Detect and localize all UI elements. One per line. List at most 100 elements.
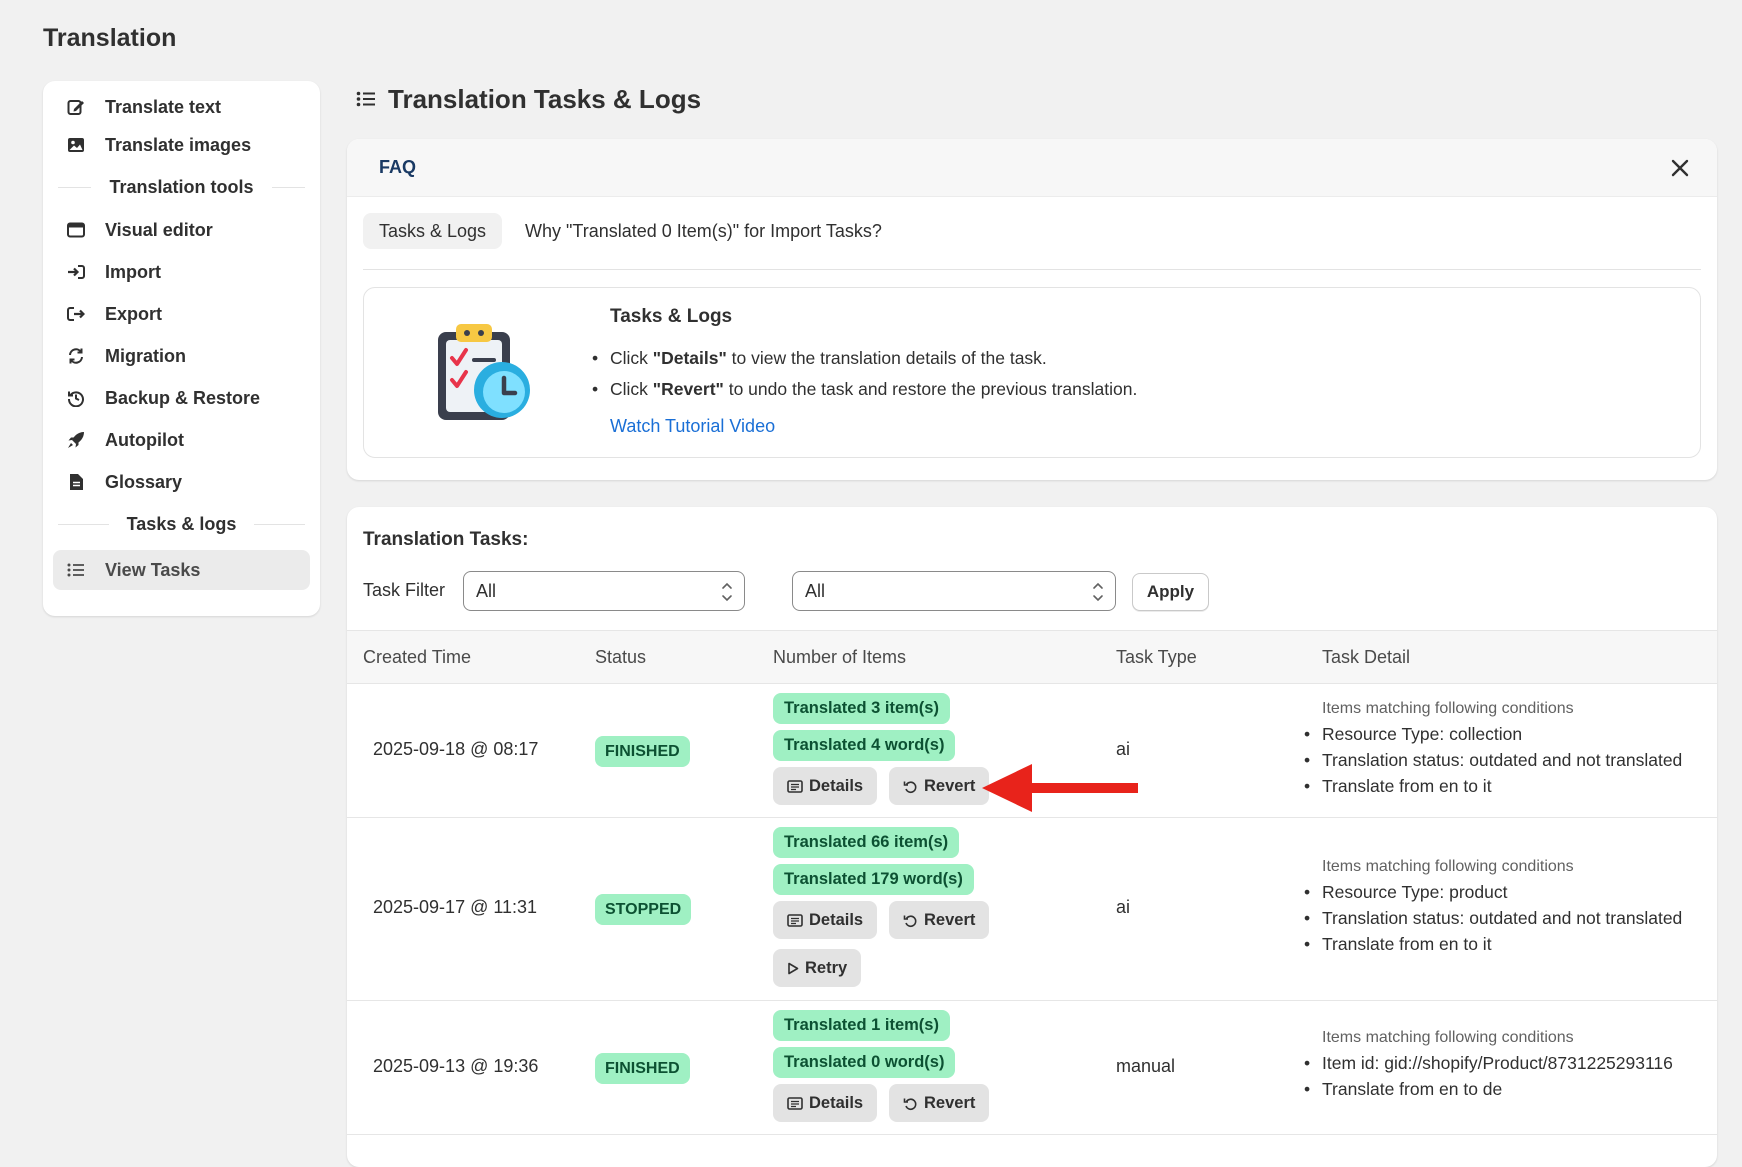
- close-icon[interactable]: [1667, 155, 1693, 181]
- items-badge: Translated 1 item(s): [773, 1010, 950, 1041]
- sidebar-item-autopilot[interactable]: Autopilot: [53, 420, 310, 460]
- words-badge: Translated 179 word(s): [773, 864, 974, 895]
- task-filter-select-1[interactable]: All: [463, 571, 745, 611]
- faq-content: Tasks & Logs Click "Details" to view the…: [363, 287, 1701, 458]
- items-badge: Translated 66 item(s): [773, 827, 960, 858]
- list-icon: [65, 559, 87, 581]
- sidebar-item-label: Visual editor: [105, 219, 213, 240]
- list-item: Click "Revert" to undo the task and rest…: [592, 377, 1137, 408]
- tasks-card: Translation Tasks: Task Filter All All A…: [347, 507, 1717, 1167]
- task-detail: Items matching following conditions Reso…: [1304, 856, 1682, 958]
- list-item: Translate from en to it: [1304, 774, 1682, 800]
- sidebar-item-translate-images[interactable]: Translate images: [53, 125, 310, 165]
- details-button[interactable]: Details: [773, 1084, 878, 1122]
- details-icon: [787, 913, 803, 927]
- list-item: Click "Details" to view the translation …: [592, 346, 1137, 377]
- task-type: manual: [1116, 1056, 1176, 1076]
- retry-button[interactable]: Retry: [773, 949, 862, 987]
- faq-tab-translated-zero[interactable]: Why "Translated 0 Item(s)" for Import Ta…: [509, 213, 898, 249]
- sidebar-item-label: Import: [105, 261, 161, 282]
- sidebar-item-label: Glossary: [105, 471, 183, 492]
- list-item: Resource Type: collection: [1304, 722, 1682, 748]
- items-badge: Translated 3 item(s): [773, 693, 950, 724]
- faq-header: FAQ: [347, 139, 1717, 197]
- column-header: Task Type: [1116, 647, 1197, 667]
- task-detail: Items matching following conditions Item…: [1304, 1027, 1673, 1103]
- faq-content-title: Tasks & Logs: [610, 306, 733, 327]
- list-item: Translate from en to it: [1304, 932, 1682, 958]
- refresh-icon: [65, 345, 87, 367]
- list-item: Resource Type: product: [1304, 880, 1682, 906]
- image-icon: [65, 134, 87, 156]
- sidebar-item-migration[interactable]: Migration: [53, 336, 310, 376]
- undo-icon: [903, 779, 918, 794]
- tasks-title: Translation Tasks:: [363, 529, 529, 550]
- page-title: Translation Tasks & Logs: [356, 82, 701, 116]
- edit-icon: [65, 96, 87, 118]
- chevron-updown-icon: [1091, 578, 1105, 606]
- status-badge: FINISHED: [595, 736, 690, 767]
- details-button[interactable]: Details: [773, 767, 878, 805]
- play-icon: [787, 962, 799, 975]
- words-badge: Translated 0 word(s): [773, 1047, 956, 1078]
- sidebar-item-label: Autopilot: [105, 429, 184, 450]
- apply-button[interactable]: Apply: [1132, 573, 1209, 611]
- created-time: 2025-09-18 @ 08:17: [373, 739, 539, 759]
- sidebar-item-label: Backup & Restore: [105, 387, 261, 408]
- sidebar-item-import[interactable]: Import: [53, 252, 310, 292]
- clipboard-clock-icon: [424, 318, 534, 428]
- import-icon: [65, 261, 87, 283]
- sidebar-item-backup-restore[interactable]: Backup & Restore: [53, 378, 310, 418]
- status-badge: FINISHED: [595, 1053, 690, 1084]
- faq-bullets: Click "Details" to view the translation …: [592, 346, 1137, 408]
- section-tasks-logs: Tasks & logs: [58, 512, 305, 536]
- details-icon: [787, 779, 803, 793]
- sidebar-item-export[interactable]: Export: [53, 294, 310, 334]
- sidebar-item-view-tasks[interactable]: View Tasks: [53, 550, 310, 590]
- column-header: Task Detail: [1322, 647, 1411, 667]
- export-icon: [65, 303, 87, 325]
- window-icon: [65, 219, 87, 241]
- app-title: Translation: [43, 24, 177, 52]
- sidebar-item-label: Translate images: [105, 134, 252, 155]
- undo-icon: [903, 1096, 918, 1111]
- watch-tutorial-link[interactable]: Watch Tutorial Video: [610, 416, 775, 437]
- divider: [363, 269, 1701, 270]
- revert-button[interactable]: Revert: [889, 901, 990, 939]
- column-header: Number of Items: [773, 647, 907, 667]
- table-header: Created Time Status Number of Items Task…: [347, 630, 1717, 684]
- sidebar-item-label: View Tasks: [105, 559, 201, 580]
- list-icon: [356, 90, 376, 108]
- sidebar-item-visual-editor[interactable]: Visual editor: [53, 210, 310, 250]
- sidebar-item-label: Export: [105, 303, 163, 324]
- list-item: Translate from en to de: [1304, 1077, 1673, 1103]
- status-badge: STOPPED: [595, 894, 692, 925]
- task-detail: Items matching following conditions Reso…: [1304, 698, 1682, 800]
- words-badge: Translated 4 word(s): [773, 730, 956, 761]
- undo-icon: [903, 913, 918, 928]
- faq-title: FAQ: [379, 157, 417, 177]
- task-type: ai: [1116, 897, 1131, 917]
- faq-card: FAQ Tasks & Logs Why "Translated 0 Item(…: [347, 139, 1717, 480]
- sidebar-item-label: Translate text: [105, 96, 222, 117]
- sidebar-item-label: Migration: [105, 345, 186, 366]
- annotation-arrow-icon: [982, 762, 1142, 814]
- column-header: Created Time: [363, 647, 472, 667]
- sidebar-item-translate-text[interactable]: Translate text: [53, 87, 310, 127]
- rocket-icon: [65, 429, 87, 451]
- list-item: Translation status: outdated and not tra…: [1304, 748, 1682, 774]
- details-button[interactable]: Details: [773, 901, 878, 939]
- list-item: Item id: gid://shopify/Product/873122529…: [1304, 1051, 1673, 1077]
- revert-button[interactable]: Revert: [889, 767, 990, 805]
- document-icon: [65, 471, 87, 493]
- faq-tab-tasks-logs[interactable]: Tasks & Logs: [363, 213, 503, 249]
- column-header: Status: [595, 647, 647, 667]
- revert-button[interactable]: Revert: [889, 1084, 990, 1122]
- sidebar: Translate text Translate images Translat…: [43, 81, 320, 616]
- created-time: 2025-09-17 @ 11:31: [373, 897, 538, 917]
- task-filter-label: Task Filter: [363, 580, 446, 600]
- details-icon: [787, 1096, 803, 1110]
- sidebar-item-glossary[interactable]: Glossary: [53, 462, 310, 502]
- table-row: 2025-09-17 @ 11:31 STOPPED Translated 66…: [347, 818, 1717, 1001]
- task-filter-select-2[interactable]: All: [792, 571, 1116, 611]
